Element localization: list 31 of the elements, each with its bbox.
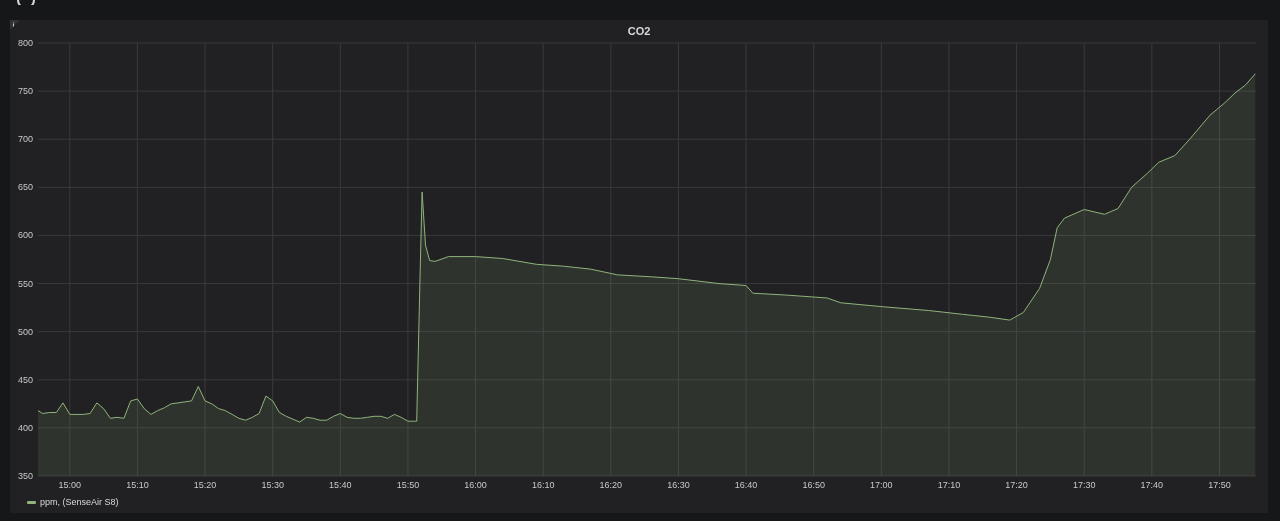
x-tick-label: 15:10 bbox=[126, 480, 149, 490]
y-tick-label: 650 bbox=[17, 182, 33, 193]
legend-label[interactable]: ppm, (SenseAir S8) bbox=[40, 495, 119, 510]
x-tick-label: 17:40 bbox=[1140, 480, 1164, 490]
x-tick-label: 15:30 bbox=[261, 480, 284, 490]
y-tick-label: 800 bbox=[17, 38, 33, 48]
y-tick-label: 350 bbox=[17, 471, 33, 481]
y-tick-label: 600 bbox=[17, 230, 33, 241]
x-tick-label: 17:10 bbox=[937, 480, 961, 490]
info-icon[interactable] bbox=[10, 20, 20, 30]
x-tick-label: 16:20 bbox=[599, 480, 623, 490]
y-tick-label: 750 bbox=[17, 86, 33, 97]
y-tick-label: 550 bbox=[17, 278, 33, 289]
y-tick-label: 400 bbox=[17, 422, 33, 433]
x-tick-label: 15:20 bbox=[193, 480, 217, 490]
x-tick-label: 15:50 bbox=[396, 480, 420, 490]
x-tick-label: 17:30 bbox=[1072, 480, 1096, 490]
y-tick-label: 500 bbox=[17, 326, 33, 337]
x-tick-label: 16:30 bbox=[667, 480, 690, 490]
y-tick-label: 700 bbox=[17, 134, 33, 145]
x-tick-label: 16:50 bbox=[802, 480, 825, 490]
y-tick-label: 450 bbox=[17, 374, 33, 385]
x-tick-label: 17:50 bbox=[1208, 480, 1231, 490]
x-tick-label: 15:40 bbox=[329, 480, 352, 490]
x-tick-label: 16:40 bbox=[734, 480, 758, 490]
x-tick-label: 16:10 bbox=[531, 480, 555, 490]
x-tick-label: 17:20 bbox=[1005, 480, 1028, 490]
x-tick-label: 16:00 bbox=[464, 480, 487, 490]
x-tick-label: 17:00 bbox=[870, 480, 893, 490]
panel-title: CO2 bbox=[627, 23, 651, 39]
x-tick-label: 15:00 bbox=[58, 480, 82, 490]
